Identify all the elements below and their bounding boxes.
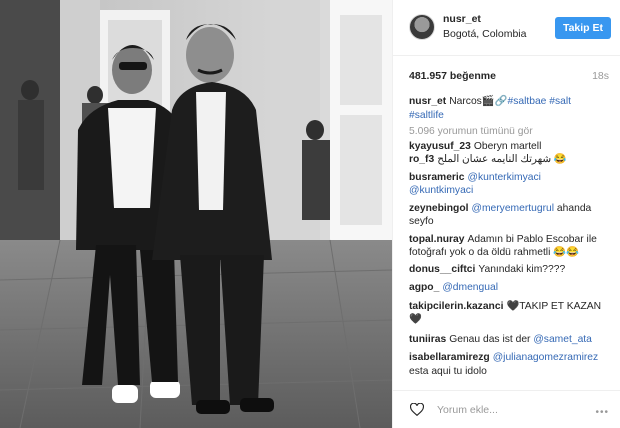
comment-item: donus__ciftci Yanındaki kim???? (409, 263, 611, 277)
avatar[interactable] (409, 14, 435, 40)
comment-input[interactable] (437, 402, 577, 418)
post-header: nusr_et Bogotá, Colombia Takip Et (393, 0, 620, 56)
hashtag[interactable]: #saltbae (507, 96, 546, 107)
caption: nusr_et Narcos🎬🔗#saltbae #salt #saltlife (409, 95, 611, 122)
comment-mention[interactable]: @meryemertugrul (472, 203, 555, 214)
comment-item: takipcilerin.kazanci 🖤TAKIP ET KAZAN 🖤 (409, 300, 611, 327)
comment-text: Yanındaki kim???? (478, 263, 566, 275)
hashtag[interactable]: #saltlife (409, 110, 444, 121)
comment-username[interactable]: ro_f3 (409, 154, 434, 165)
comment-username[interactable]: busrameric (409, 172, 465, 183)
comment-username[interactable]: takipcilerin.kazanci (409, 301, 503, 312)
comment-username[interactable]: zeynebingol (409, 203, 469, 214)
follow-button[interactable]: Takip Et (554, 17, 611, 39)
like-count[interactable]: 481.957 beğenme (409, 70, 496, 82)
comment-mention[interactable]: @dmengual (442, 282, 498, 293)
comment-item: zeynebingol @meryemertugrul ahanda seyfo (409, 202, 611, 229)
comment-item: ro_f3 شهرتك النايمه عشان الملح 😂 (409, 153, 611, 167)
comment-item: busrameric @kunterkimyaci @kuntkimyaci (409, 171, 611, 198)
likes-row: 481.957 beğenme 18s (409, 70, 609, 82)
comment-item: tuniiras Genau das ist der @samet_ata (409, 333, 611, 347)
post-time[interactable]: 18s (592, 70, 609, 82)
hashtag[interactable]: #salt (549, 96, 571, 107)
comment-mention[interactable]: @samet_ata (533, 334, 592, 345)
comment-text: esta aqui tu idolo (409, 365, 487, 377)
comment-bar: ••• (393, 390, 620, 428)
comment-item: topal.nuray Adamın bi Pablo Escobar ile f… (409, 233, 611, 260)
more-options-icon[interactable]: ••• (595, 407, 609, 418)
comment-item: kyayusuf_23 Oberyn martell (409, 140, 611, 154)
photo-illustration (0, 0, 392, 428)
comment-username[interactable]: topal.nuray (409, 234, 465, 245)
comment-text: شهرتك النايمه عشان الملح 😂 (437, 154, 567, 165)
post-sidebar: nusr_et Bogotá, Colombia Takip Et 481.95… (392, 0, 620, 428)
post-photo[interactable] (0, 0, 392, 428)
comment-username[interactable]: donus__ciftci (409, 264, 475, 275)
comment-item: agpo_ @dmengual (409, 281, 611, 295)
caption-text: Narcos🎬🔗 (449, 96, 508, 107)
heart-outline-icon[interactable] (410, 403, 424, 416)
comment-text: Oberyn martell (473, 140, 542, 152)
comment-username[interactable]: isabellaramirezg (409, 352, 490, 363)
comment-username[interactable]: agpo_ (409, 282, 439, 293)
comment-mention[interactable]: @kunterkimyaci (468, 172, 541, 183)
user-info: nusr_et Bogotá, Colombia (443, 13, 526, 40)
comment-item: isabellaramirezg @julianagomezramirez est… (409, 351, 611, 378)
comment-username[interactable]: kyayusuf_23 (409, 141, 471, 152)
comment-username[interactable]: tuniiras (409, 334, 446, 345)
view-all-comments-link[interactable]: 5.096 yorumun tümünü gör (409, 125, 611, 139)
caption-username[interactable]: nusr_et (409, 96, 446, 107)
comment-list: nusr_et Narcos🎬🔗#saltbae #salt #saltlife … (409, 95, 611, 378)
instagram-post: nusr_et Bogotá, Colombia Takip Et 481.95… (0, 0, 620, 428)
comment-text: Genau das ist der (449, 333, 534, 345)
comment-mention[interactable]: @kuntkimyaci (409, 185, 473, 196)
header-username[interactable]: nusr_et (443, 13, 526, 25)
comment-mention[interactable]: @julianagomezramirez (493, 352, 598, 363)
header-location[interactable]: Bogotá, Colombia (443, 28, 526, 40)
